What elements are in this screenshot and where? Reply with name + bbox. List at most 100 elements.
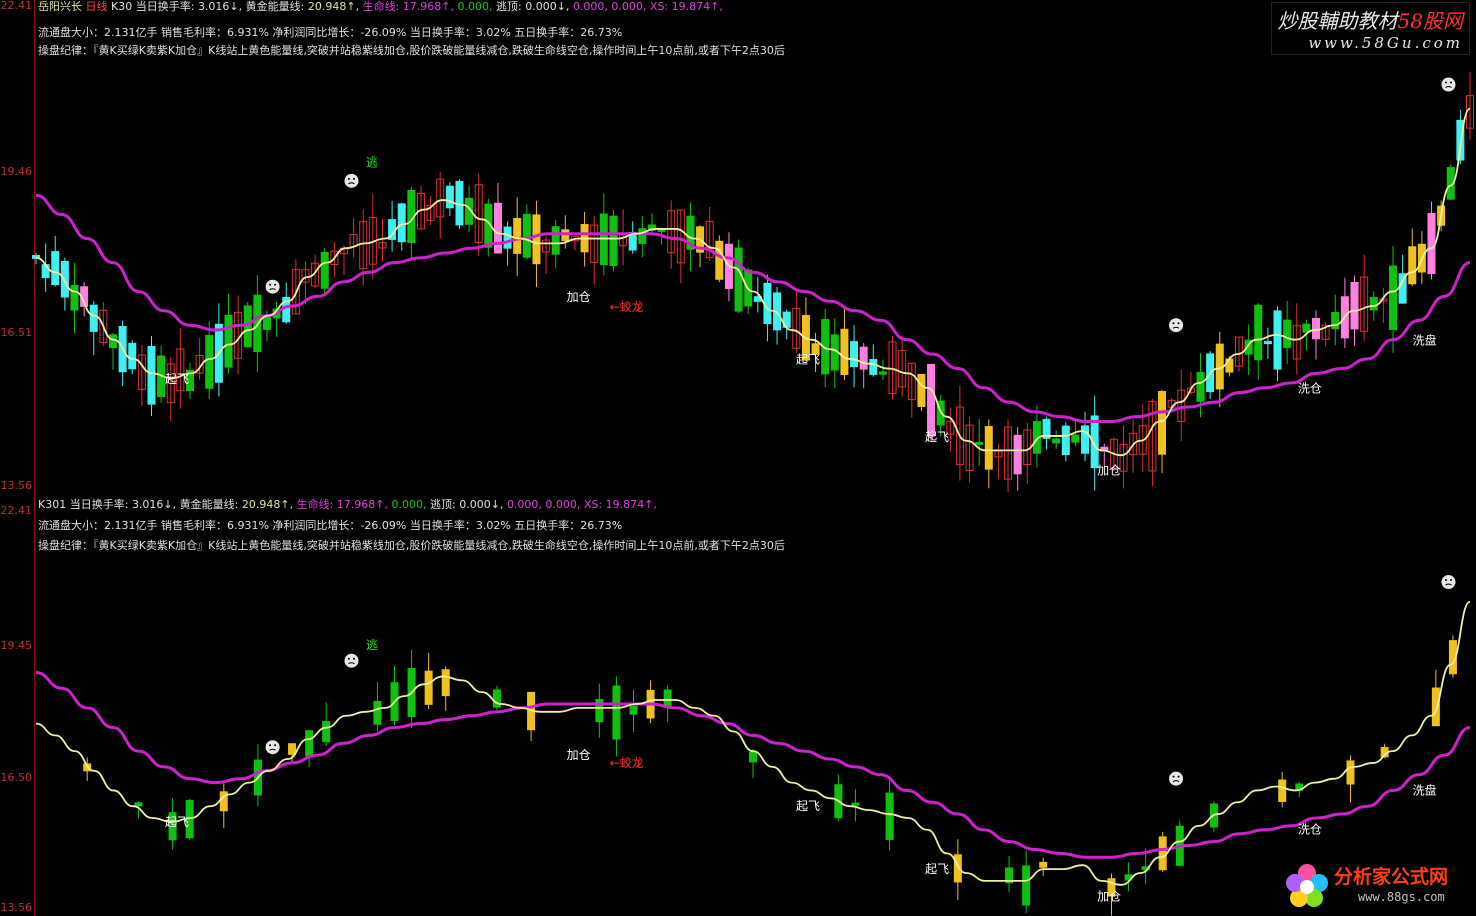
candle-body bbox=[1302, 323, 1311, 333]
signal-label: 洗仓 bbox=[1298, 823, 1322, 837]
signal-label: ←蛟龙 bbox=[610, 755, 644, 770]
smiley-eye bbox=[1444, 579, 1447, 582]
candle-body bbox=[1369, 296, 1378, 311]
zeros-pair: 0.000, 0.000, bbox=[506, 498, 581, 511]
candle-body bbox=[1283, 319, 1292, 348]
candle-body bbox=[1346, 760, 1355, 785]
candlestick-plot-bottom[interactable]: 起飞加仓←蛟龙起飞起飞加仓洗仓洗盘逃 bbox=[0, 492, 1476, 916]
candle-body bbox=[70, 285, 79, 311]
stock-name[interactable]: 岳阳兴长 bbox=[38, 0, 82, 13]
candle-body bbox=[1312, 317, 1321, 340]
escape-label: 逃顶: bbox=[430, 498, 456, 511]
life-value: 17.968↑, bbox=[402, 0, 454, 13]
period-label[interactable]: 日线 bbox=[86, 0, 108, 13]
zero-value: 0.000, bbox=[457, 0, 493, 13]
signal-label: 洗盘 bbox=[1413, 782, 1437, 797]
main-chart-panel[interactable]: 22.41 19.46 16.51 13.56 起飞 加仓 ←蛟龙 起飞 起飞 加仓 洗仓洗… bbox=[0, 0, 1476, 492]
candle-body bbox=[984, 426, 993, 470]
indicator-header-bottom: K301 当日换手率: 3.016↓, 黄金能量线: 20.948↑, 生命线:… bbox=[38, 498, 657, 512]
candle-body bbox=[373, 700, 382, 725]
smiley-eye bbox=[1172, 322, 1175, 325]
smiley-eye bbox=[1449, 579, 1452, 582]
smiley-eye bbox=[347, 177, 350, 180]
rule-line-bottom: 操盘纪律：『黄K买绿K卖紫K加仓』K线站上黄色能量线,突破并站稳紫线加仓,股价跌… bbox=[38, 539, 785, 552]
watermark-url: www.58Gu.com bbox=[1308, 34, 1463, 52]
candle-body bbox=[89, 304, 98, 332]
xs-value: 19.874↑, bbox=[605, 498, 657, 511]
signal-label: 加仓 bbox=[567, 748, 591, 762]
life-label: 生命线: bbox=[296, 498, 334, 511]
candle-body bbox=[1061, 425, 1070, 456]
turnover-label: 当日换手率: bbox=[135, 0, 195, 13]
xs-label: XS: bbox=[649, 0, 669, 13]
candle-body bbox=[493, 202, 502, 254]
signal-label: 洗盘 bbox=[1413, 332, 1437, 347]
smiley-icon bbox=[1441, 77, 1456, 92]
candle-body bbox=[885, 792, 894, 840]
candle-body bbox=[1278, 779, 1287, 802]
signal-label: 起飞 bbox=[925, 430, 949, 444]
turnover-value: 3.016↓, bbox=[131, 498, 177, 511]
signal-label: ←蛟龙 bbox=[610, 299, 644, 314]
signal-label: 逃 bbox=[366, 155, 378, 169]
gold-label: 黄金能量线: bbox=[179, 498, 239, 511]
rule-line-top: 操盘纪律：『黄K买绿K卖紫K加仓』K线站上黄色能量线,突破并站稳紫线加仓,股价跌… bbox=[38, 44, 785, 57]
signal-label: 起飞 bbox=[165, 372, 189, 386]
candle-body bbox=[850, 341, 859, 368]
signal-label: 起飞 bbox=[165, 815, 189, 829]
signal-label: 加仓 bbox=[1097, 463, 1121, 477]
candlestick-plot-top[interactable]: 起飞加仓←蛟龙起飞起飞加仓洗仓洗盘逃 bbox=[0, 0, 1476, 492]
sub-chart-panel[interactable]: 22.41 19.45 16.50 13.56 起飞 加仓 ←蛟龙 起飞 起飞 加仓 洗仓洗… bbox=[0, 492, 1476, 916]
candle-body bbox=[840, 328, 849, 375]
indicator-name[interactable]: K30 bbox=[111, 0, 132, 13]
smiley-icon bbox=[1169, 318, 1184, 333]
zero-value: 0.000, bbox=[391, 498, 427, 511]
candle-body bbox=[320, 251, 329, 289]
smiley-icon bbox=[344, 653, 359, 668]
gold-value: 20.948↑, bbox=[307, 0, 360, 13]
smiley-eye bbox=[347, 657, 350, 660]
gold-label: 黄金能量线: bbox=[245, 0, 305, 13]
candle-body bbox=[60, 260, 69, 298]
watermark-text-a: 炒股輔助教材 bbox=[1277, 9, 1398, 33]
candle-body bbox=[851, 802, 860, 806]
signal-label: 加仓 bbox=[567, 290, 591, 304]
candle-body bbox=[1158, 390, 1167, 455]
signal-label: 洗仓 bbox=[1298, 382, 1322, 396]
candle-body bbox=[455, 180, 464, 226]
info-line-bottom: 流通盘大小：2.131亿手 销售毛利率：6.931% 净利润同比增长：-26.0… bbox=[38, 519, 623, 532]
candle-body bbox=[262, 316, 271, 330]
turnover-value: 3.016↓, bbox=[197, 0, 243, 13]
candle-body bbox=[147, 345, 156, 405]
smiley-eye bbox=[1444, 81, 1447, 84]
candle-body bbox=[513, 217, 522, 254]
signal-label: 起飞 bbox=[925, 862, 949, 876]
smiley-eye bbox=[1449, 81, 1452, 84]
xs-label: XS: bbox=[583, 498, 603, 511]
candle-body bbox=[1081, 425, 1090, 454]
smiley-icon bbox=[344, 173, 359, 188]
candle-body bbox=[927, 363, 936, 437]
candle-body bbox=[734, 247, 743, 312]
info-line-top: 流通盘大小：2.131亿手 销售毛利率：6.931% 净利润同比增长：-26.0… bbox=[38, 26, 623, 39]
candle-body bbox=[975, 441, 984, 445]
candle-body bbox=[663, 689, 672, 708]
zeros-pair: 0.000, 0.000, bbox=[572, 0, 647, 13]
gold-value: 20.948↑, bbox=[241, 498, 294, 511]
candle-body bbox=[134, 802, 143, 807]
turnover-label: 当日换手率: bbox=[69, 498, 129, 511]
candle-body bbox=[1071, 434, 1080, 443]
candle-body bbox=[424, 670, 433, 705]
candle-body bbox=[1022, 865, 1031, 906]
candle-body bbox=[445, 185, 454, 209]
candle-body bbox=[1263, 341, 1272, 345]
candle-body bbox=[612, 685, 621, 740]
smiley-eye bbox=[274, 283, 277, 286]
candle-body bbox=[638, 228, 647, 244]
candle-body bbox=[715, 240, 724, 280]
indicator-name[interactable]: K301 bbox=[38, 498, 66, 511]
smiley-icon bbox=[265, 279, 280, 294]
candle-body bbox=[128, 342, 137, 370]
candle-body bbox=[763, 282, 772, 324]
candle-body bbox=[629, 705, 638, 715]
